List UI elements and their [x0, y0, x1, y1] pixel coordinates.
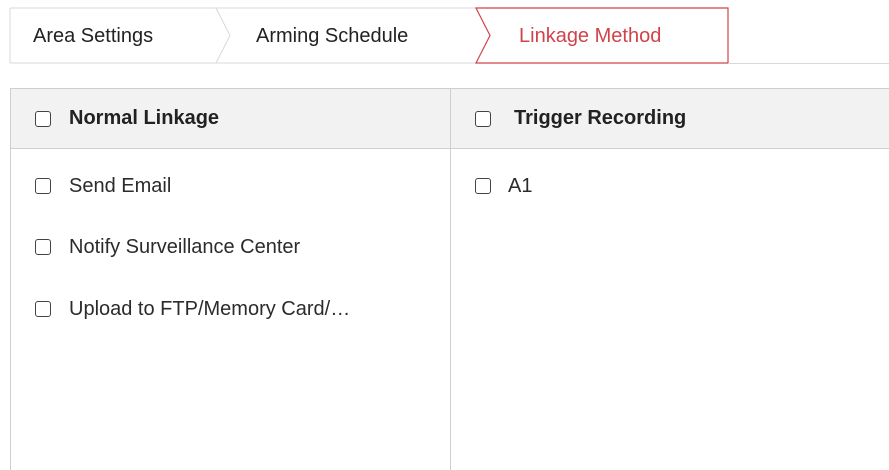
trigger-recording-title: Trigger Recording	[514, 107, 687, 129]
normal-linkage-column: Normal Linkage Send Email Notify Surveil…	[11, 89, 451, 470]
channel-a1-label: A1	[508, 175, 533, 197]
send-email-label: Send Email	[69, 175, 172, 197]
upload-ftp-label: Upload to FTP/Memory Card/…	[69, 298, 351, 320]
linkage-method-page: Area Settings Arming Schedule Linkage Me…	[0, 0, 889, 470]
linkage-option-send-email: Send Email	[11, 171, 450, 201]
tab-linkage-method[interactable]: Linkage Method	[484, 8, 729, 64]
tab-arming-schedule[interactable]: Arming Schedule	[230, 8, 484, 64]
trigger-recording-select-all-checkbox[interactable]	[475, 111, 491, 127]
tab-area-settings[interactable]: Area Settings	[10, 8, 230, 64]
normal-linkage-header: Normal Linkage	[11, 89, 450, 149]
normal-linkage-title: Normal Linkage	[69, 107, 220, 129]
normal-linkage-select-all-checkbox[interactable]	[35, 111, 51, 127]
linkage-table: Normal Linkage Send Email Notify Surveil…	[10, 88, 889, 470]
channel-a1-checkbox[interactable]	[475, 178, 491, 194]
linkage-option-notify-center: Notify Surveillance Center	[11, 232, 450, 262]
upload-ftp-checkbox[interactable]	[35, 301, 51, 317]
tab-linkage-method-label: Linkage Method	[519, 25, 662, 47]
tab-area-settings-label: Area Settings	[33, 25, 154, 47]
step-tab-bar: Area Settings Arming Schedule Linkage Me…	[0, 0, 889, 64]
trigger-recording-header: Trigger Recording	[451, 89, 889, 149]
notify-surveillance-center-checkbox[interactable]	[35, 239, 51, 255]
tab-arming-schedule-label: Arming Schedule	[256, 25, 409, 47]
notify-surveillance-center-label: Notify Surveillance Center	[69, 236, 301, 258]
linkage-option-upload: Upload to FTP/Memory Card/…	[11, 294, 450, 324]
tab-bar-divider	[728, 63, 889, 64]
trigger-recording-column: Trigger Recording A1	[451, 89, 889, 470]
send-email-checkbox[interactable]	[35, 178, 51, 194]
recording-channel-a1: A1	[451, 171, 889, 201]
